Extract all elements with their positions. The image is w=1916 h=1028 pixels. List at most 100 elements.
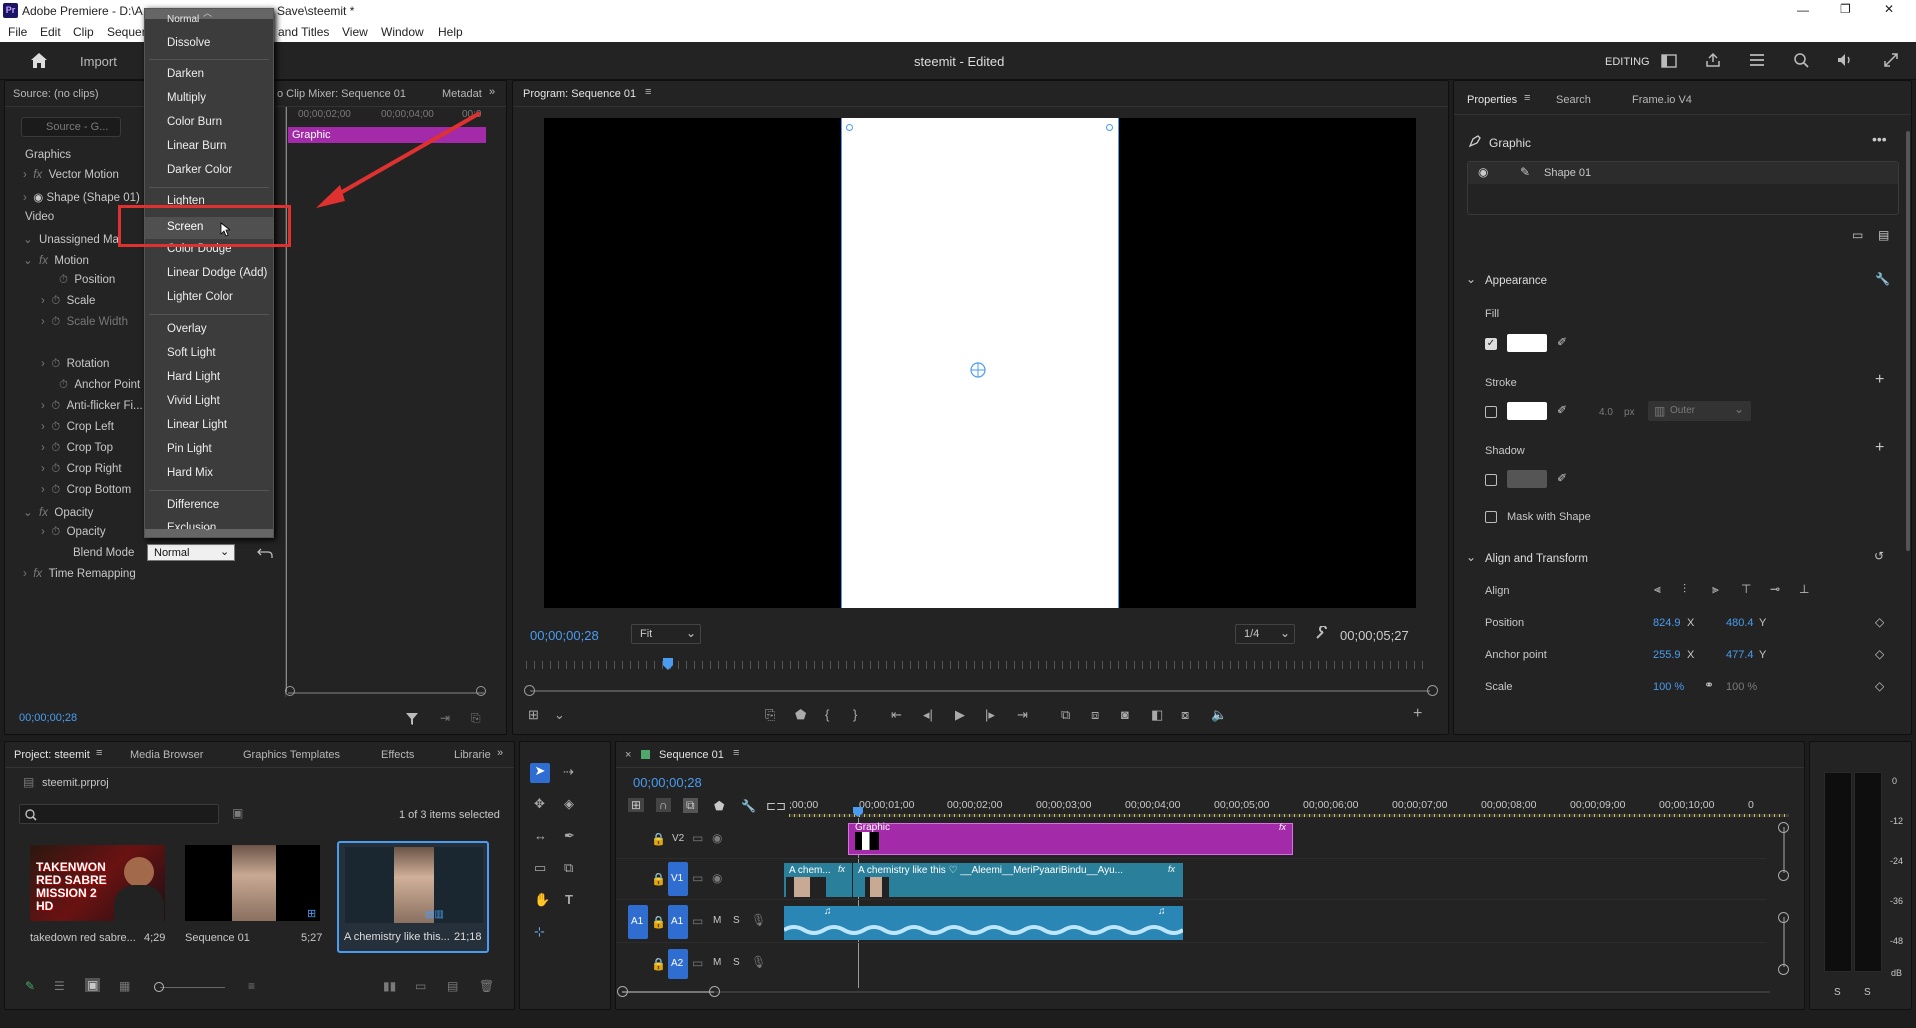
lock-icon[interactable]: 🔒 [651,872,666,886]
program-zoom-bar[interactable] [530,690,1430,692]
ec-scroll-handle-left[interactable] [285,686,295,696]
align-center-v-icon[interactable]: ⊸ [1770,582,1780,596]
freeform-view-icon[interactable]: ▦ [119,979,130,993]
blend-dissolve[interactable]: Dissolve [167,37,210,49]
expand-chevron-icon[interactable]: › [41,295,51,307]
tab-properties[interactable]: Properties [1467,94,1517,106]
filter-icon[interactable] [405,712,419,726]
project-item-chemistry[interactable]: ▤▥ A chemistry like this... 21;18 [337,841,489,953]
tab-program[interactable]: Program: Sequence 01 [523,88,636,100]
layer-row-shape01[interactable]: ◉ ✎ Shape 01 [1468,162,1898,184]
align-left-icon[interactable]: ⫷ [1654,582,1661,597]
anchor-keyframe-icon[interactable]: ◇ [1875,647,1884,661]
vscroll-video[interactable] [1783,827,1785,873]
new-layer-icon[interactable]: ▤ [1878,228,1889,242]
timeline-timecode[interactable]: 00;00;00;28 [633,775,702,790]
vscroll-audio-handle-bottom[interactable] [1778,964,1789,975]
eye-icon[interactable]: ◉ [712,831,722,845]
export-frame-icon[interactable]: ◙ [1121,707,1129,722]
anchor-crosshair-icon[interactable] [969,361,987,379]
menu-edit[interactable]: Edit [40,25,61,39]
menu-view[interactable]: View [342,25,368,39]
new-bin-icon[interactable]: ▭ [415,979,426,993]
panel-layout-icon[interactable] [1661,54,1677,68]
add-stroke-icon[interactable]: + [1875,371,1884,389]
razor-tool-icon[interactable]: ◈ [564,796,574,812]
track-a1-target[interactable]: A1 [668,905,688,939]
video-clip-short[interactable]: A chem... fx [784,863,852,897]
safe-margins-icon[interactable]: ⊞ [528,707,539,723]
menu-lines-icon[interactable] [1749,53,1765,67]
track-v1-target[interactable]: V1 [668,862,688,896]
audio-icon[interactable]: 🔈 [1211,707,1227,723]
row-anti-flicker[interactable]: › ⏱ Anti-flicker Fi... [41,400,143,413]
minimize-button[interactable]: — [1797,3,1809,17]
close-sequence-icon[interactable]: × [625,749,631,761]
tab-source[interactable]: Source: (no clips) [13,88,99,100]
reset-transform-icon[interactable]: ↺ [1874,549,1884,563]
source-search-field[interactable]: Source - G... [21,117,121,137]
lock-icon[interactable]: 🔒 [651,832,666,846]
position-x-value[interactable]: 824.9 [1653,617,1681,629]
comparison-view-icon[interactable]: ◧ [1151,707,1163,723]
timeline-hscroll[interactable] [622,991,1770,993]
sync-lock-icon[interactable]: ▭ [692,871,703,885]
menu-help[interactable]: Help [438,25,463,39]
import-tab[interactable]: Import [80,54,117,69]
stroke-color-swatch[interactable] [1507,402,1547,420]
row-shape[interactable]: › ◉ Shape (Shape 01) [23,190,140,204]
stroke-eyedropper-icon[interactable]: ✐ [1557,403,1567,417]
blend-darker-color[interactable]: Darker Color [167,164,232,176]
list-view-icon[interactable]: ☰ [54,979,65,993]
zoom-search-icon[interactable] [1793,52,1809,68]
selection-tool[interactable]: ➤ [530,763,550,783]
add-marker-icon[interactable]: ⬟ [795,707,806,723]
timeline-hscroll-thumb[interactable] [622,991,714,993]
tab-frameio[interactable]: Frame.io V4 [1632,94,1692,106]
stroke-checkbox[interactable] [1485,406,1497,418]
scale-keyframe-icon[interactable]: ◇ [1875,679,1884,693]
video-clip-long[interactable]: A chemistry like this ♡ __Aleemi__MeriPy… [853,863,1183,897]
stopwatch-icon[interactable]: ⏱ [51,358,66,370]
row-scale[interactable]: › ⏱ Scale [41,295,95,308]
expand-chevron-icon[interactable]: › [41,484,51,496]
ec-scroll-handle-right[interactable] [476,686,486,696]
row-anchor-point[interactable]: ⏱ Anchor Point [59,379,140,392]
shape-select-tool-icon[interactable]: ⧉ [564,860,573,876]
white-shape-graphic[interactable] [841,118,1119,608]
chevron-down-icon[interactable]: ⌄ [554,707,565,723]
menu-graphics-titles[interactable]: and Titles [278,25,329,39]
zoom-handle-left[interactable] [524,685,535,696]
properties-scrollbar[interactable] [1906,131,1910,551]
row-position[interactable]: ⏱ Position [59,274,115,287]
blend-normal-partial[interactable]: Normal [167,14,199,25]
blend-hard-mix[interactable]: Hard Mix [167,467,213,479]
collapse-chevron-icon[interactable]: ⌄ [23,234,39,246]
linked-selection-icon[interactable]: ⧉ [683,798,698,813]
project-item-takedown[interactable]: TAKENWON RED SABRE MISSION 2 HD [30,845,165,921]
align-transform-chevron-icon[interactable]: ⌄ [1466,550,1476,564]
add-marker-icon[interactable]: ⬟ [714,799,724,813]
insert-icon[interactable]: ⧉ [1061,707,1070,723]
step-back-icon[interactable]: ◂| [923,707,933,723]
layer-visibility-eye-icon[interactable]: ◉ [1478,165,1488,179]
zoom-slider[interactable] [160,987,225,988]
stroke-width-value[interactable]: 4.0 [1599,407,1613,418]
row-vector-motion[interactable]: › fx Vector Motion [23,169,119,181]
tab-search[interactable]: Search [1556,94,1591,106]
row-crop-bottom[interactable]: › ⏱ Crop Bottom [41,484,131,497]
solo-s[interactable]: S [733,915,740,926]
blend-vivid-light[interactable]: Vivid Light [167,395,220,407]
volume-icon[interactable] [1836,52,1854,68]
row-crop-left[interactable]: › ⏱ Crop Left [41,421,114,434]
lock-icon[interactable]: 🔒 [651,915,666,929]
stopwatch-icon[interactable]: ⏱ [51,400,66,412]
row-crop-right[interactable]: › ⏱ Crop Right [41,463,122,476]
snap-icon[interactable]: ∩ [656,798,671,812]
mute-m[interactable]: M [713,957,721,968]
collapse-chevron-icon[interactable]: ⌄ [23,255,39,267]
row-rotation[interactable]: › ⏱ Rotation [41,358,109,371]
step-forward-icon[interactable]: |▸ [985,707,995,723]
tab-media-browser[interactable]: Media Browser [130,749,203,761]
expand-chevron-icon[interactable]: › [41,358,51,370]
